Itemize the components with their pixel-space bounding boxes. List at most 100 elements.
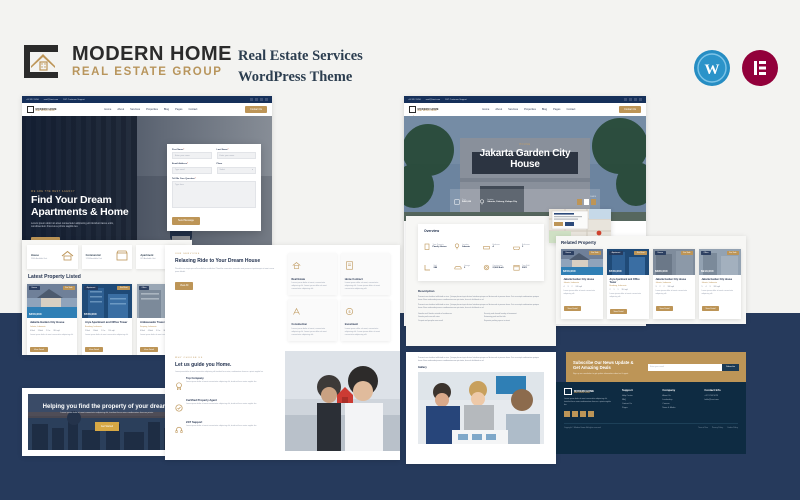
detail-content-panel[interactable]: Overview Type Property Family House Locat…: [406, 216, 556, 346]
input-email[interactable]: Type email: [172, 166, 212, 174]
site-footer[interactable]: MODERN HOME REAL ESTATE GROUP Lorem ipsu…: [556, 382, 746, 454]
nav-link-blog[interactable]: Blog: [542, 108, 547, 111]
property-card[interactable]: House For Sale $380,000 Jakarta Garden C…: [653, 249, 695, 320]
send-message-button[interactable]: Send Message: [172, 216, 200, 225]
facebook-icon[interactable]: [250, 97, 254, 102]
nav-link-contact[interactable]: Contact: [188, 108, 197, 111]
nav-link-blog[interactable]: Blog: [164, 108, 169, 111]
facebook-icon[interactable]: [624, 97, 628, 102]
footer-link[interactable]: Careers: [662, 403, 694, 405]
footer-link[interactable]: FAQ: [622, 399, 652, 401]
newsletter-box[interactable]: Subscribe Our News Update & Get Amazing …: [566, 352, 746, 382]
related-property-panel[interactable]: Related Property House For Sale $450,000…: [556, 236, 746, 324]
property-view-button[interactable]: View Detail: [563, 305, 582, 312]
share-buttons[interactable]: [576, 199, 596, 205]
select-place[interactable]: Select ▾: [216, 166, 256, 174]
property-view-button[interactable]: View Detail: [30, 346, 48, 353]
property-card[interactable]: House For Sale $450,000 Jakarta Garden C…: [561, 249, 603, 320]
property-name[interactable]: Jakarta Garden City House: [564, 278, 601, 281]
property-view-button[interactable]: View Detail: [609, 308, 628, 315]
navbar-links[interactable]: Home About Services Properties Blog Page…: [482, 108, 575, 111]
category-card-commercial[interactable]: Commercial 1230 Available Unit: [81, 245, 133, 269]
topbar-social-icons[interactable]: [250, 97, 268, 102]
nav-link-home[interactable]: Home: [104, 108, 111, 111]
property-name[interactable]: Arya Apartment and Office Tower: [85, 321, 129, 325]
footer-link[interactable]: Contact Us: [622, 403, 652, 405]
nav-link-properties[interactable]: Properties: [524, 108, 536, 111]
footer-term-link[interactable]: Term of Use: [698, 427, 708, 429]
nav-link-about[interactable]: About: [117, 108, 124, 111]
navbar-logo[interactable]: MODERN HOME REAL ESTATE GROUP: [27, 106, 57, 119]
facebook-icon[interactable]: [576, 199, 582, 205]
contact-form-card[interactable]: First Name* Enter your name Last Name* E…: [167, 144, 261, 232]
nav-link-pages[interactable]: Pages: [553, 108, 560, 111]
property-card[interactable]: House For Sale $450,000 Jakarta Garden C…: [27, 284, 77, 355]
nav-link-properties[interactable]: Properties: [146, 108, 158, 111]
services-view-all-button[interactable]: View All: [175, 281, 194, 290]
navbar-cta-button[interactable]: Contact Us: [619, 106, 641, 113]
instagram-icon[interactable]: [633, 97, 638, 102]
linkedin-icon[interactable]: [264, 97, 268, 102]
navbar-cta-button[interactable]: Contact Us: [245, 106, 267, 113]
property-name[interactable]: Jakarta Garden City House: [30, 321, 74, 325]
property-name[interactable]: Arya Apartment and Office Tower: [610, 278, 647, 284]
topbar-social-icons[interactable]: [624, 97, 642, 102]
footer-privacy-link[interactable]: Privacy Policy: [712, 427, 723, 429]
navbar-links[interactable]: Home About Services Properties Blog Page…: [104, 108, 197, 111]
nav-link-services[interactable]: Services: [130, 108, 140, 111]
nav-link-services[interactable]: Services: [508, 108, 518, 111]
cta-get-started-button[interactable]: Get Started: [94, 422, 120, 431]
footer-link[interactable]: About Us: [662, 395, 694, 397]
twitter-icon[interactable]: [628, 97, 633, 102]
input-first-name[interactable]: Enter your name: [172, 152, 212, 160]
newsletter-email-input[interactable]: Enter your email: [648, 363, 723, 371]
navbar-logo[interactable]: MODERN HOME REAL ESTATE GROUP: [409, 106, 439, 119]
textarea-message[interactable]: Type here: [172, 181, 256, 209]
detail-gallery-panel[interactable]: Praesent urna tincidunt sollicitudin a r…: [406, 352, 556, 464]
footer-logo[interactable]: MODERN HOME REAL ESTATE GROUP: [564, 388, 612, 395]
property-view-button[interactable]: View Detail: [655, 305, 674, 312]
footer-link[interactable]: Help Center: [622, 395, 652, 397]
service-card[interactable]: $ Investment Lorem ipsum dolor sit amet,…: [340, 298, 390, 341]
service-card[interactable]: Home Contract Lorem ipsum dolor sit amet…: [340, 253, 390, 295]
topbar-email[interactable]: mail@host.com: [426, 99, 440, 101]
service-card[interactable]: Real Estate Lorem ipsum dolor sit amet, …: [287, 253, 337, 295]
input-last-name[interactable]: Enter your name: [216, 152, 256, 160]
twitter-icon[interactable]: [583, 199, 589, 205]
category-card-house[interactable]: House 2540 Available Unit: [27, 245, 78, 269]
topbar-phone[interactable]: +62 812 3456: [408, 99, 421, 101]
gallery-image[interactable]: [418, 372, 544, 445]
property-card[interactable]: Apartment For Rent $720,000 Arya Apartme…: [607, 249, 649, 320]
footer-link[interactable]: Pages: [622, 407, 652, 409]
footer-social-icons[interactable]: [564, 410, 612, 417]
footer-cookie-link[interactable]: Cookie Policy: [727, 427, 738, 429]
property-view-button[interactable]: View Detail: [701, 305, 720, 312]
property-name[interactable]: Jakarta Garden City House: [702, 278, 739, 281]
nav-link-about[interactable]: About: [495, 108, 502, 111]
topbar-email[interactable]: mail@host.com: [44, 99, 58, 101]
property-name[interactable]: Jakarta Garden City House: [656, 278, 693, 281]
instagram-icon[interactable]: [259, 97, 264, 102]
linkedin-icon[interactable]: [588, 410, 594, 417]
twitter-icon[interactable]: [254, 97, 259, 102]
services-guide-panel[interactable]: OUR SERVICES Relaxing Ride to Your Dream…: [165, 245, 400, 460]
property-view-button[interactable]: View Detail: [140, 346, 158, 353]
topbar-phone[interactable]: +62 812 3456: [26, 99, 39, 101]
property-view-button[interactable]: View Detail: [85, 346, 103, 353]
instagram-icon[interactable]: [580, 410, 586, 417]
nav-link-home[interactable]: Home: [482, 108, 489, 111]
property-card[interactable]: Apartment For Rent $720,000 Arya Apartme…: [82, 284, 132, 355]
newsletter-subscribe-button[interactable]: Subscribe: [722, 363, 739, 371]
footer-email[interactable]: hello@host.com: [704, 399, 738, 401]
twitter-icon[interactable]: [572, 410, 578, 417]
linkedin-icon[interactable]: [638, 97, 642, 102]
facebook-icon[interactable]: [564, 410, 570, 417]
footer-phone[interactable]: +62 1234 5678: [704, 395, 738, 397]
footer-link[interactable]: Leadership: [662, 399, 694, 401]
nav-link-contact[interactable]: Contact: [566, 108, 575, 111]
nav-link-pages[interactable]: Pages: [175, 108, 182, 111]
footer-link[interactable]: News & Media: [662, 407, 694, 409]
service-card[interactable]: Construction Lorem ipsum dolor sit amet,…: [287, 298, 337, 341]
property-card[interactable]: Office For Sale $910,000 Jakarta Garden …: [699, 249, 741, 320]
link-icon[interactable]: [590, 199, 596, 205]
